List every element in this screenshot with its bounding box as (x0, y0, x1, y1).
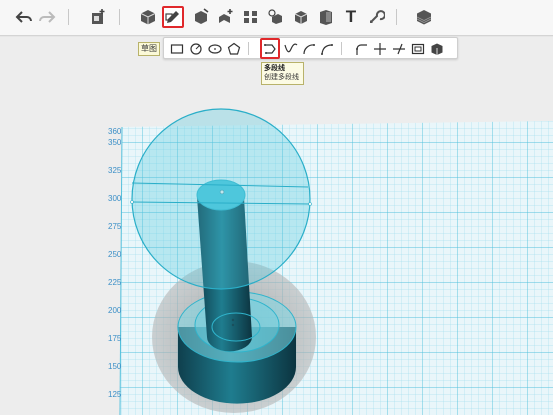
3d-viewport[interactable]: 360 350 325 300 275 250 225 200 175 150 … (0, 37, 553, 415)
rectangle-icon[interactable] (168, 40, 185, 57)
axis-label-150: 150 (108, 362, 122, 371)
axis-label-200: 200 (108, 306, 122, 315)
text-tool-icon[interactable]: T (340, 6, 362, 28)
polygon-icon[interactable] (225, 40, 242, 57)
frame-icon[interactable] (409, 40, 426, 57)
scene (0, 37, 553, 415)
fillet-icon[interactable] (352, 40, 369, 57)
view-cube-icon[interactable] (413, 6, 435, 28)
array-icon[interactable] (240, 6, 262, 28)
sketch-divider (248, 42, 249, 55)
arc-icon[interactable] (300, 40, 317, 57)
tooltip-title: 多段线 (264, 65, 285, 72)
axis-label-325: 325 (108, 166, 122, 175)
three-point-arc-icon[interactable] (318, 40, 335, 57)
polyline-tooltip: 多段线 创建多段线 (261, 62, 304, 85)
measure-icon[interactable] (290, 6, 312, 28)
axis-label-125: 125 (108, 390, 122, 399)
offset-icon[interactable] (390, 40, 407, 57)
sketch-divider (341, 42, 342, 55)
polyline-icon[interactable] (260, 38, 280, 59)
ellipse-icon[interactable] (206, 40, 223, 57)
app-window: 360 350 325 300 275 250 225 200 175 150 … (0, 0, 553, 415)
main-toolbar: T (0, 0, 553, 36)
spline-icon[interactable] (282, 40, 299, 57)
sketch-pencil-icon[interactable] (162, 6, 184, 28)
axis-label-350: 350 (108, 138, 122, 147)
axis-label-360: 360 (108, 127, 122, 136)
snap-icon[interactable] (365, 6, 387, 28)
3d-edit-icon[interactable] (190, 6, 212, 28)
axis-label-250: 250 (108, 250, 122, 259)
primitive-box-icon[interactable] (137, 6, 159, 28)
move-icon[interactable] (215, 6, 237, 28)
toolbar-divider (68, 9, 69, 25)
combine-icon[interactable] (265, 6, 287, 28)
toolbar-divider (396, 9, 397, 25)
material-icon[interactable] (315, 6, 337, 28)
circle-icon[interactable] (187, 40, 204, 57)
import-icon[interactable] (87, 6, 109, 28)
sketch-toolbar (163, 37, 458, 59)
undo-icon[interactable] (13, 6, 35, 28)
toolbar-divider (119, 9, 120, 25)
axis-label-225: 225 (108, 278, 122, 287)
extrude-sketch-icon[interactable] (428, 40, 445, 57)
axis-label-175: 175 (108, 334, 122, 343)
redo-icon[interactable] (36, 6, 58, 28)
sketch-mode-tag: 草图 (138, 42, 160, 56)
sketch-disk[interactable] (130, 108, 312, 290)
axis-label-300: 300 (108, 194, 122, 203)
trim-icon[interactable] (371, 40, 388, 57)
tooltip-description: 创建多段线 (264, 74, 299, 81)
axis-label-275: 275 (108, 222, 122, 231)
